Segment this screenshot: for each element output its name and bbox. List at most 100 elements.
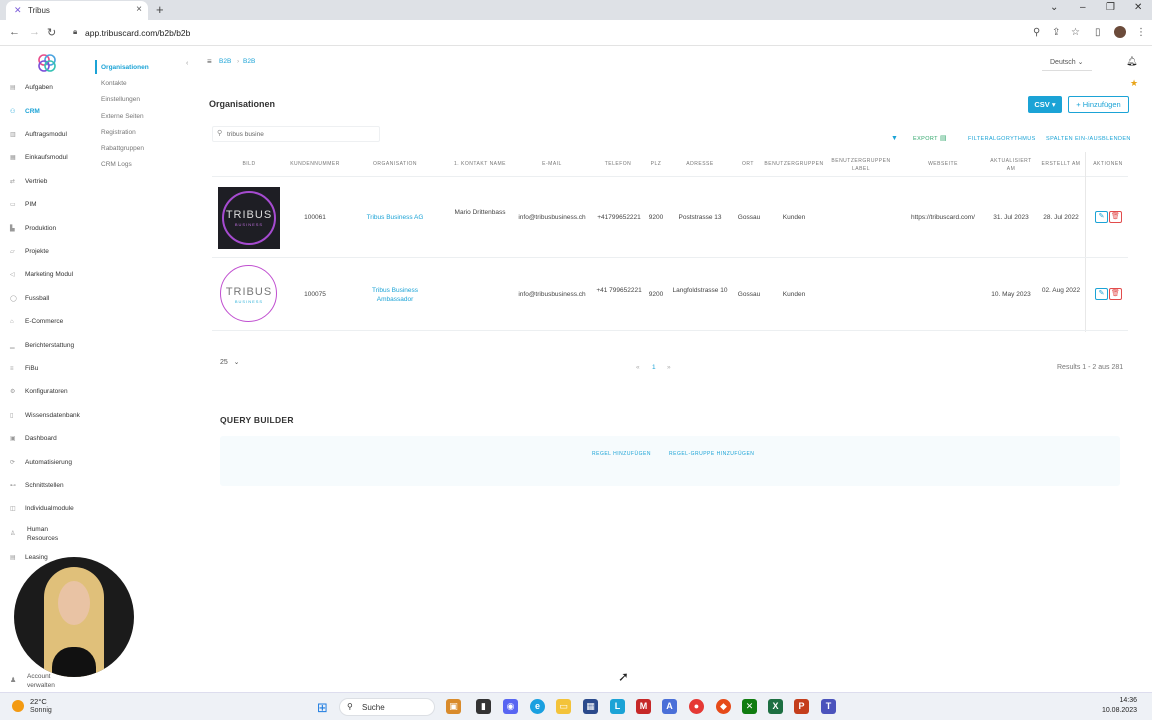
nav-item-konfiguratoren[interactable]: ⚙ Konfiguratoren bbox=[10, 388, 68, 395]
col-header-ort[interactable]: ORT bbox=[738, 161, 758, 167]
nav-item-projekte[interactable]: ▱ Projekte bbox=[10, 248, 49, 255]
close-tab-icon[interactable]: × bbox=[136, 4, 142, 15]
col-header-aktualisiert[interactable]: AKTUALISIERT AM bbox=[986, 157, 1036, 173]
taskbar-search[interactable]: ⚲ Suche bbox=[339, 698, 435, 716]
toggle-columns-link[interactable]: SPALTEN EIN-/AUSBLENDEN bbox=[1046, 136, 1131, 142]
submenu-organisationen[interactable]: Organisationen bbox=[101, 64, 149, 71]
mcafee-icon[interactable]: M bbox=[636, 699, 651, 714]
submenu-externe-seiten[interactable]: Externe Seiten bbox=[101, 113, 144, 120]
chrome-icon[interactable]: ● bbox=[689, 699, 704, 714]
tab-search-icon[interactable]: ⌄ bbox=[1050, 2, 1058, 13]
nav-item-automatisierung[interactable]: ⟳ Automatisierung bbox=[10, 459, 72, 466]
col-header-benutzergruppen-label[interactable]: BENUTZERGRUPPEN LABEL bbox=[830, 157, 892, 173]
col-header-kundennummer[interactable]: KUNDENNUMMER bbox=[288, 161, 342, 167]
nav-item-fussball[interactable]: ◯ Fussball bbox=[10, 295, 49, 302]
taskbar-date[interactable]: 10.08.2023 bbox=[1099, 707, 1137, 714]
zoom-icon[interactable]: ⚲ bbox=[1033, 27, 1040, 38]
add-rule-group-button[interactable]: REGEL-GRUPPE HINZUFÜGEN bbox=[669, 451, 754, 457]
page-1-button[interactable]: 1 bbox=[652, 364, 656, 371]
nav-item-fibu[interactable]: ≡ FiBu bbox=[10, 365, 38, 372]
forward-icon[interactable]: → bbox=[29, 26, 40, 38]
taskbar-time[interactable]: 14:36 bbox=[1103, 697, 1137, 704]
col-header-bild[interactable]: BILD bbox=[238, 161, 260, 167]
col-header-erstellt[interactable]: ERSTELLT AM bbox=[1038, 161, 1084, 167]
teams-icon[interactable]: T bbox=[821, 699, 836, 714]
delete-button[interactable]: 🗑︎ bbox=[1109, 288, 1122, 300]
filteralgorithm-link[interactable]: FILTERALGORYTHMUS bbox=[968, 136, 1036, 142]
organisation-logo[interactable]: TRIBUS BUSINESS bbox=[218, 263, 280, 325]
add-button[interactable]: + Hinzufügen bbox=[1068, 96, 1129, 113]
bookmark-star-icon[interactable]: ☆ bbox=[1071, 27, 1080, 38]
store-app-icon[interactable]: ▦ bbox=[583, 699, 598, 714]
submenu-kontakte[interactable]: Kontakte bbox=[101, 80, 127, 87]
chat-app-icon[interactable]: ◉ bbox=[503, 699, 518, 714]
col-header-telefon[interactable]: TELEFON bbox=[600, 161, 636, 167]
excel-icon[interactable]: X bbox=[768, 699, 783, 714]
nav-item-wissensdatenbank[interactable]: ▯ Wissensdatenbank bbox=[10, 412, 80, 419]
reload-icon[interactable]: ↻ bbox=[47, 26, 56, 39]
profile-avatar[interactable] bbox=[1114, 26, 1126, 38]
file-explorer-icon[interactable]: ▭ bbox=[556, 699, 571, 714]
col-header-aktionen[interactable]: AKTIONEN bbox=[1090, 161, 1126, 167]
sun-icon[interactable] bbox=[12, 700, 24, 712]
briefcase-app-icon[interactable]: ▣ bbox=[446, 699, 461, 714]
cell-organisation-link[interactable]: Tribus Business Ambassador bbox=[362, 286, 428, 304]
terminal-app-icon[interactable]: ▮ bbox=[476, 699, 491, 714]
submenu-crm-logs[interactable]: CRM Logs bbox=[101, 161, 132, 168]
nav-item-marketing[interactable]: ◁ Marketing Modul bbox=[10, 271, 73, 278]
excel-file-icon[interactable]: ▤ bbox=[940, 134, 947, 142]
export-button[interactable]: EXPORT bbox=[913, 136, 938, 142]
nav-item-aufgaben[interactable]: ▤ Aufgaben bbox=[10, 84, 53, 91]
nav-item-ecommerce[interactable]: ⌂ E-Commerce bbox=[10, 318, 63, 325]
col-header-benutzergruppen[interactable]: BENUTZERGRUPPEN bbox=[764, 161, 824, 167]
language-select[interactable]: Deutsch ⌄ bbox=[1050, 58, 1084, 66]
nav-item-individualmodule[interactable]: ◫ Individualmodule bbox=[10, 505, 74, 512]
filter-icon[interactable]: ▼ bbox=[891, 135, 898, 142]
new-tab-button[interactable]: + bbox=[156, 2, 164, 17]
weather-temperature[interactable]: 22°C bbox=[30, 697, 47, 706]
submenu-einstellungen[interactable]: Einstellungen bbox=[101, 96, 140, 103]
collapse-sidebar-icon[interactable]: ‹ bbox=[186, 60, 188, 67]
csv-button[interactable]: CSV ▾ bbox=[1028, 96, 1062, 113]
nav-item-crm[interactable]: ⚇ CRM bbox=[10, 108, 40, 115]
breadcrumb-item[interactable]: B2B bbox=[243, 58, 255, 65]
xbox-icon[interactable]: ✕ bbox=[742, 699, 757, 714]
account-settings-link[interactable]: Account verwalten bbox=[27, 672, 55, 690]
delete-button[interactable]: 🗑︎ bbox=[1109, 211, 1122, 223]
col-header-plz[interactable]: PLZ bbox=[648, 161, 664, 167]
submenu-registration[interactable]: Registration bbox=[101, 129, 136, 136]
search-input[interactable] bbox=[227, 129, 377, 140]
edit-button[interactable]: ✎ bbox=[1095, 211, 1108, 223]
col-header-organisation[interactable]: ORGANISATION bbox=[368, 161, 422, 167]
page-size-select[interactable]: 25 ⌄ bbox=[220, 358, 240, 366]
vpn-app-icon[interactable]: A bbox=[662, 699, 677, 714]
l-app-icon[interactable]: L bbox=[610, 699, 625, 714]
sidepanel-icon[interactable]: ▯ bbox=[1095, 27, 1101, 38]
nav-item-produktion[interactable]: ▙ Produktion bbox=[10, 225, 56, 232]
share-icon[interactable]: ⇪ bbox=[1052, 27, 1060, 38]
nav-item-hr[interactable]: ♙ Human Resources bbox=[10, 525, 70, 543]
favorite-star-icon[interactable]: ★ bbox=[1130, 78, 1138, 89]
minimize-icon[interactable]: – bbox=[1080, 2, 1086, 13]
submenu-rabattgruppen[interactable]: Rabattgruppen bbox=[101, 145, 144, 152]
breadcrumb-item[interactable]: B2B bbox=[219, 58, 231, 65]
hamburger-icon[interactable]: ≡ bbox=[207, 57, 212, 66]
menu-dots-icon[interactable]: ⋮ bbox=[1136, 27, 1146, 38]
weather-condition[interactable]: Sonnig bbox=[30, 707, 52, 714]
nav-item-vertrieb[interactable]: ⇄ Vertrieb bbox=[10, 178, 47, 185]
organisation-logo[interactable]: TRIBUS BUSINESS bbox=[218, 187, 280, 249]
nav-item-auftragsmodul[interactable]: ▥ Auftragsmodul bbox=[10, 131, 67, 138]
col-header-adresse[interactable]: ADRESSE bbox=[682, 161, 718, 167]
add-rule-button[interactable]: REGEL HINZUFÜGEN bbox=[592, 451, 651, 457]
nav-item-leasing[interactable]: ▤ Leasing bbox=[10, 554, 48, 561]
nav-item-einkaufsmodul[interactable]: ▦ Einkaufsmodul bbox=[10, 154, 68, 161]
prev-page-button[interactable]: « bbox=[636, 364, 640, 371]
col-header-webseite[interactable]: WEBSEITE bbox=[922, 161, 964, 167]
nav-item-schnittstellen[interactable]: ⊷ Schnittstellen bbox=[10, 482, 64, 489]
window-close-icon[interactable]: ✕ bbox=[1134, 2, 1142, 13]
col-header-email[interactable]: E-MAIL bbox=[536, 161, 568, 167]
tribus-logo-icon[interactable] bbox=[36, 52, 58, 74]
nav-item-berichterstattung[interactable]: ▁ Berichterstattung bbox=[10, 342, 74, 349]
url-field[interactable]: app.tribuscard.com/b2b/b2b bbox=[85, 28, 190, 38]
powerpoint-icon[interactable]: P bbox=[794, 699, 809, 714]
